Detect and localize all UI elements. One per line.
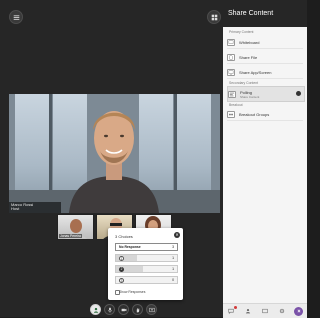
gear-icon: [279, 308, 285, 314]
polling-label: Polling: [240, 90, 252, 95]
poll-results-card: 3 Choices ✕ No Response 3 1 1 2 1 3 0 Sh…: [108, 228, 183, 300]
avatar-icon: [93, 307, 99, 313]
speaker-name-tag: Marco Rossi Host: [9, 202, 61, 213]
view-toggle-button[interactable]: [207, 10, 221, 24]
chat-tab[interactable]: [227, 307, 236, 316]
participants-tab[interactable]: [244, 307, 253, 316]
speaker-figure: [64, 94, 164, 213]
primary-content-heading: Primary Content: [229, 30, 254, 34]
polling-item[interactable]: Polling Share Content: [227, 86, 305, 102]
polling-sublabel: Share Content: [240, 95, 259, 99]
whiteboard-icon: [227, 39, 235, 46]
secondary-content-heading: Secondary Content: [229, 81, 258, 85]
breakout-icon: [227, 111, 235, 118]
share-screen-label: Share App/Screen: [239, 70, 271, 75]
breakout-groups-label: Breakout Groups: [239, 112, 269, 117]
camera-icon: [121, 307, 127, 313]
menu-button[interactable]: [9, 10, 23, 24]
polling-selected-indicator: [296, 91, 301, 96]
participants-icon: [245, 308, 251, 314]
polling-icon: [228, 91, 236, 98]
video-stage: Marco Rossi Host Jonas Pereira 3 Choices…: [0, 0, 223, 317]
close-icon[interactable]: ✕: [174, 232, 180, 238]
show-responses-label[interactable]: Show Responses: [119, 290, 145, 294]
poll-choice-number: 2: [119, 267, 124, 272]
poll-choice-row: 2 1: [115, 265, 178, 273]
grid-view-icon: [211, 14, 218, 21]
breakout-heading: Breakout: [229, 103, 243, 107]
share-icon: [149, 307, 155, 313]
menu-icon: [13, 14, 20, 21]
poll-choice-number: 1: [119, 256, 124, 261]
share-tab[interactable]: [260, 307, 269, 316]
poll-choice-row: No Response 3: [115, 243, 178, 251]
share-file-label: Share File: [239, 55, 257, 60]
share-whiteboard-item[interactable]: Whiteboard: [227, 36, 303, 49]
participant-name: Jonas Pereira: [59, 234, 82, 238]
panel-title: Share Content: [223, 0, 307, 27]
share-file-item[interactable]: Share File: [227, 51, 303, 64]
poll-choice-row: 1 1: [115, 254, 178, 262]
chat-icon: [228, 308, 234, 314]
poll-choice-count: 1: [172, 256, 174, 261]
poll-choice-count: 1: [172, 267, 174, 272]
polling-text: Polling Share Content: [240, 90, 259, 99]
close-icon: [296, 308, 302, 314]
my-avatar-button[interactable]: [90, 304, 101, 315]
poll-choice-number: 3: [119, 278, 124, 283]
raise-hand-button[interactable]: [132, 304, 143, 315]
participant-thumbnail[interactable]: Jonas Pereira: [57, 214, 94, 240]
poll-title: 3 Choices: [115, 234, 133, 239]
breakout-groups-item[interactable]: Breakout Groups: [227, 108, 303, 121]
poll-choice-count: 3: [172, 245, 174, 250]
share-screen-icon: [227, 69, 235, 76]
microphone-button[interactable]: [104, 304, 115, 315]
poll-choice-count: 0: [172, 278, 174, 283]
settings-tab[interactable]: [277, 307, 286, 316]
notification-dot: [234, 306, 237, 309]
share-content-icon: [262, 308, 268, 314]
panel-footer-tabs: [223, 303, 307, 318]
poll-choice-label: No Response: [119, 245, 141, 250]
poll-choice-row: 3 0: [115, 276, 178, 284]
hand-icon: [135, 307, 141, 313]
share-content-panel: Share Content Primary Content Whiteboard…: [223, 0, 307, 317]
main-speaker-video: [9, 94, 220, 213]
camera-button[interactable]: [118, 304, 129, 315]
close-panel-tab[interactable]: [294, 307, 303, 316]
share-whiteboard-label: Whiteboard: [239, 40, 259, 45]
share-content-button[interactable]: [146, 304, 157, 315]
call-controls: [90, 304, 157, 316]
share-screen-item[interactable]: Share App/Screen: [227, 66, 303, 79]
share-file-icon: [227, 54, 235, 61]
microphone-icon: [107, 307, 113, 313]
